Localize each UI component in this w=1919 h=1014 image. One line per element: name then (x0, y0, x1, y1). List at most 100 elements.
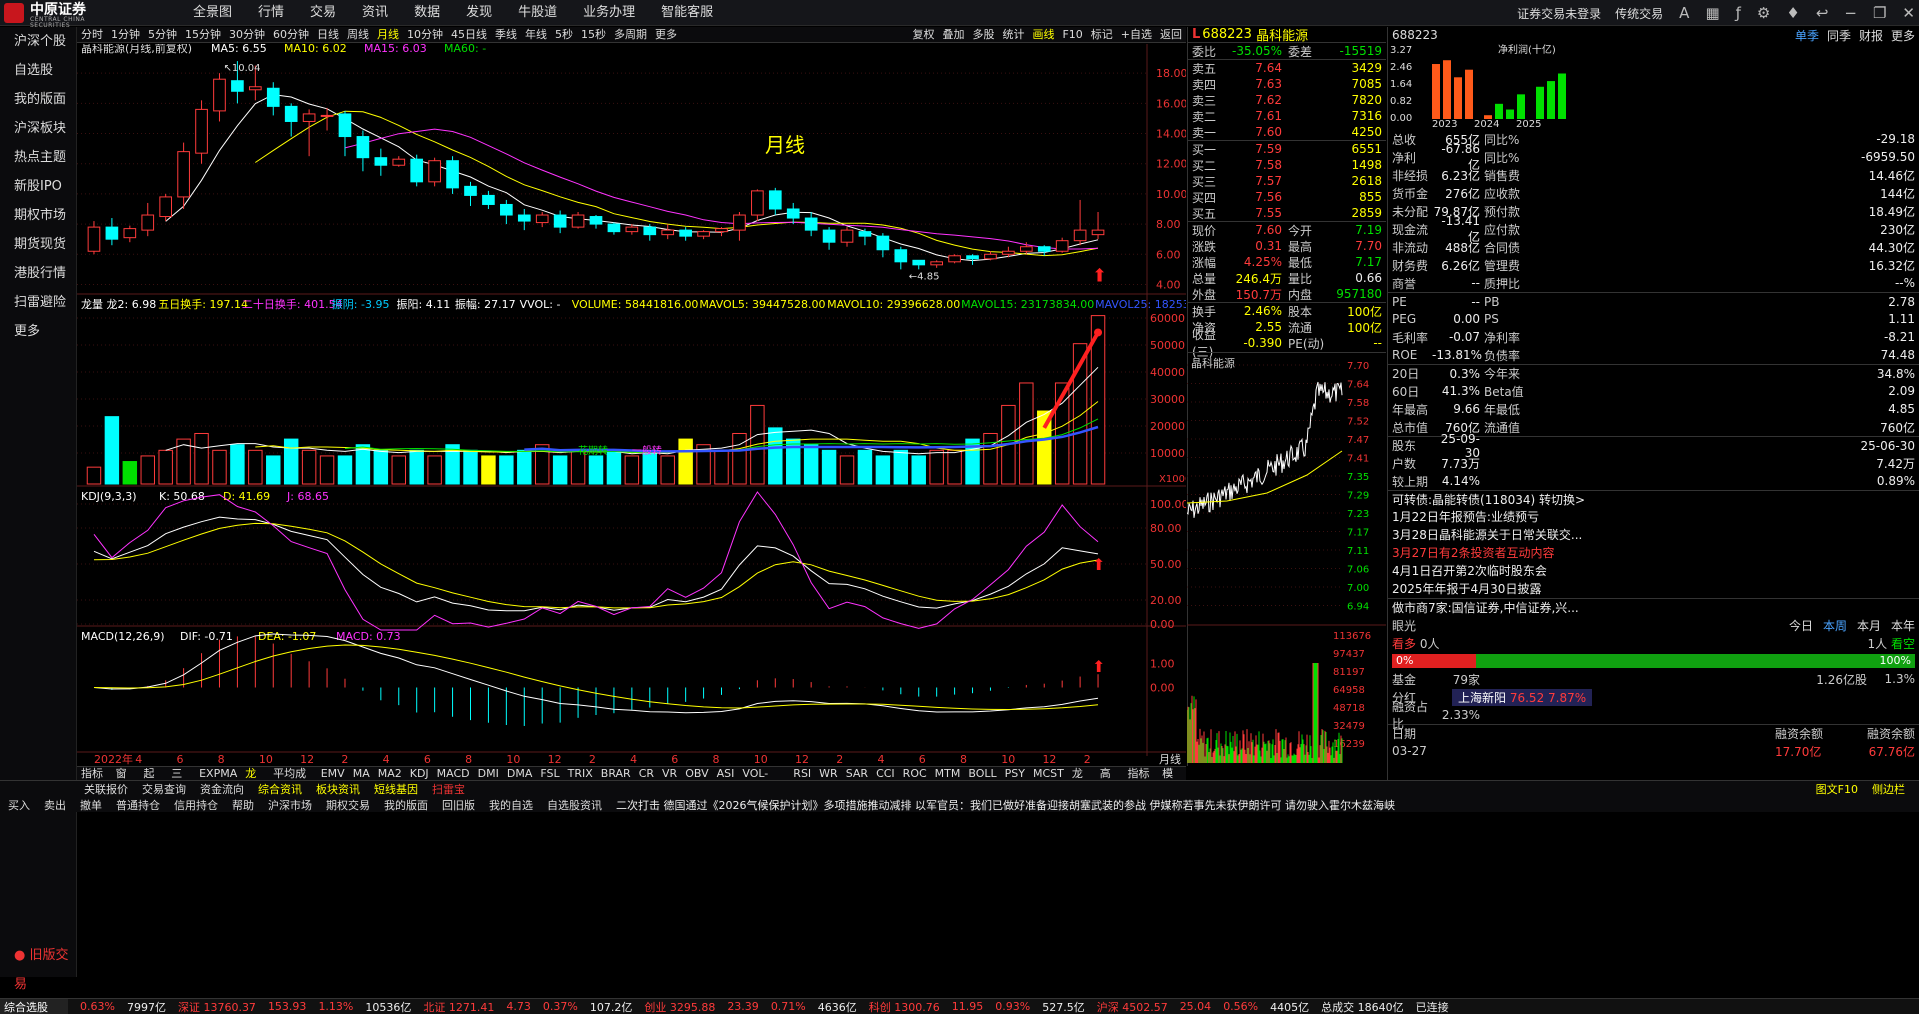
period-tab-9[interactable]: 10分钟 (403, 27, 447, 42)
indicator-tab-0[interactable]: 指标A (77, 767, 112, 793)
taskbar-label[interactable]: 综合选股 (0, 999, 68, 1014)
minimize-icon[interactable]: − (1844, 4, 1857, 22)
indicator-tab-22[interactable]: RSI (789, 767, 815, 780)
menu-0[interactable]: 全景图 (180, 0, 245, 26)
kline-chart[interactable]: 4.00 6.00 8.00 10.00 12.00 14.00 16.00 18.00 晶科能… (77, 44, 1186, 765)
classic-trade-button[interactable]: 传统交易 (1615, 5, 1663, 22)
quick-link-4[interactable]: 信用持仓 (174, 797, 218, 813)
quick-link-3[interactable]: 普通持仓 (116, 797, 160, 813)
mini-intraday-chart[interactable]: 晶科能源 7.70 7.64 7.58 7.52 7.47 7.41 7.35 7.29 7.2… (1186, 352, 1386, 766)
close-icon[interactable]: ✕ (1902, 4, 1915, 22)
quick-link-11[interactable]: 自选股资讯 (547, 797, 602, 813)
indicator-tab-30[interactable]: MCST (1029, 767, 1068, 780)
status-link-0[interactable]: 关联报价 (84, 781, 128, 797)
info-tab-3[interactable]: 更多 (1891, 29, 1915, 43)
indicator-tab-12[interactable]: DMI (474, 767, 503, 780)
indicator-tab-28[interactable]: BOLL (964, 767, 1000, 780)
indicator-tab-7[interactable]: EMV (317, 767, 349, 780)
indicator-tab-18[interactable]: VR (658, 767, 681, 780)
vision-tab-3[interactable]: 本年 (1891, 619, 1915, 633)
status-link-6[interactable]: 扫雷宝 (432, 781, 465, 797)
sidebar-item-2[interactable]: 我的版面 (0, 85, 76, 114)
menu-4[interactable]: 数据 (401, 0, 453, 26)
indicator-tab-21[interactable]: VOL-TDX (738, 767, 789, 793)
period-tab-2[interactable]: 5分钟 (144, 27, 181, 42)
quick-link-6[interactable]: 沪深市场 (268, 797, 312, 813)
shirt-icon[interactable]: ♦ (1786, 4, 1799, 22)
convertible-bond-link[interactable]: 可转债:晶能转债(118034) 转切换> (1388, 490, 1919, 508)
menu-1[interactable]: 行情 (245, 0, 297, 26)
popup-stock[interactable]: 上海新阳 76.52 7.87% (1452, 688, 1593, 706)
indicator-tab-31[interactable]: 龙线 (1068, 767, 1096, 793)
period-tab-10[interactable]: 45日线 (447, 27, 491, 42)
indicator-tab-29[interactable]: PSY (1001, 767, 1029, 780)
status-link-5[interactable]: 短线基因 (374, 781, 418, 797)
period-tab-3[interactable]: 15分钟 (181, 27, 225, 42)
period-tab-0[interactable]: 分时 (77, 27, 107, 42)
period-tab-7[interactable]: 周线 (343, 27, 373, 42)
quick-link-5[interactable]: 帮助 (232, 797, 254, 813)
indicator-tab-1[interactable]: 窗口 (112, 767, 140, 793)
quick-link-8[interactable]: 我的版面 (384, 797, 428, 813)
indicator-tab-23[interactable]: WR (815, 767, 842, 780)
menu-6[interactable]: 牛股道 (505, 0, 570, 26)
menu-2[interactable]: 交易 (297, 0, 349, 26)
bid-row[interactable]: 买一 7.59 6551 (1188, 141, 1386, 157)
menu-8[interactable]: 智能客服 (648, 0, 726, 26)
sidebar-item-4[interactable]: 热点主题 (0, 143, 76, 172)
old-trade-link[interactable]: ● 旧版交易 (0, 941, 76, 992)
indicator-tab-27[interactable]: MTM (931, 767, 965, 780)
tool-tab-3[interactable]: 统计 (998, 27, 1028, 42)
tool-tab-7[interactable]: +自选 (1117, 27, 1156, 42)
sidebar-item-8[interactable]: 港股行情 (0, 259, 76, 288)
news-item[interactable]: 3月28日晶科能源关于日常关联交... (1388, 526, 1919, 544)
status-link-4[interactable]: 板块资讯 (316, 781, 360, 797)
indicator-tab-14[interactable]: FSL (536, 767, 563, 780)
sidebar-item-5[interactable]: 新股IPO (0, 172, 76, 201)
ask-row[interactable]: 卖三 7.62 7820 (1188, 92, 1386, 108)
sidebar-item-6[interactable]: 期权市场 (0, 201, 76, 230)
font-size-icon[interactable]: A (1679, 4, 1689, 22)
quick-link-9[interactable]: 回旧版 (442, 797, 475, 813)
vision-tab-0[interactable]: 今日 (1789, 619, 1813, 633)
tool-tab-2[interactable]: 多股 (968, 27, 998, 42)
bid-row[interactable]: 买五 7.55 2859 (1188, 205, 1386, 221)
sidebar-item-10[interactable]: 更多 (0, 317, 76, 346)
status-link-1[interactable]: 交易查询 (142, 781, 186, 797)
vision-tab-2[interactable]: 本月 (1857, 619, 1881, 633)
indicator-tab-10[interactable]: KDJ (406, 767, 433, 780)
back-icon[interactable]: ↩ (1816, 4, 1829, 22)
indicator-tab-17[interactable]: CR (635, 767, 658, 780)
quick-link-0[interactable]: 买入 (8, 797, 30, 813)
indicator-tab-15[interactable]: TRIX (564, 767, 597, 780)
period-tab-8[interactable]: 月线 (373, 27, 403, 42)
tool-tab-5[interactable]: F10 (1058, 27, 1086, 42)
sidebar-item-1[interactable]: 自选股 (0, 56, 76, 85)
trade-login-status[interactable]: 证券交易未登录 (1517, 5, 1601, 22)
menu-3[interactable]: 资讯 (349, 0, 401, 26)
info-tab-0[interactable]: 单季 (1795, 29, 1819, 43)
period-tab-16[interactable]: 更多 (651, 27, 681, 42)
bid-row[interactable]: 买四 7.56 855 (1188, 189, 1386, 205)
period-tab-1[interactable]: 1分钟 (107, 27, 144, 42)
ask-row[interactable]: 卖二 7.61 7316 (1188, 108, 1386, 124)
indicator-tab-3[interactable]: 三线 (167, 767, 195, 793)
indicator-right-0[interactable]: 指标B (1124, 767, 1159, 793)
tool-tab-0[interactable]: 复权 (908, 27, 938, 42)
indicator-tab-19[interactable]: OBV (681, 767, 712, 780)
status-right-0[interactable]: 图文F10 (1816, 781, 1858, 797)
period-tab-14[interactable]: 15秒 (577, 27, 610, 42)
ask-row[interactable]: 卖四 7.63 7085 (1188, 76, 1386, 92)
tool-tab-8[interactable]: 返回 (1156, 27, 1186, 42)
grid-icon[interactable]: ▦ (1705, 4, 1719, 22)
indicator-tab-9[interactable]: MA2 (374, 767, 406, 780)
quick-link-10[interactable]: 我的自选 (489, 797, 533, 813)
status-link-3[interactable]: 综合资讯 (258, 781, 302, 797)
ask-row[interactable]: 卖五 7.64 3429 (1188, 60, 1386, 76)
quick-link-1[interactable]: 卖出 (44, 797, 66, 813)
menu-5[interactable]: 发现 (453, 0, 505, 26)
info-tab-2[interactable]: 财报 (1859, 29, 1883, 43)
tool-tab-6[interactable]: 标记 (1087, 27, 1117, 42)
status-right-1[interactable]: 侧边栏 (1872, 781, 1905, 797)
indicator-tab-16[interactable]: BRAR (597, 767, 635, 780)
